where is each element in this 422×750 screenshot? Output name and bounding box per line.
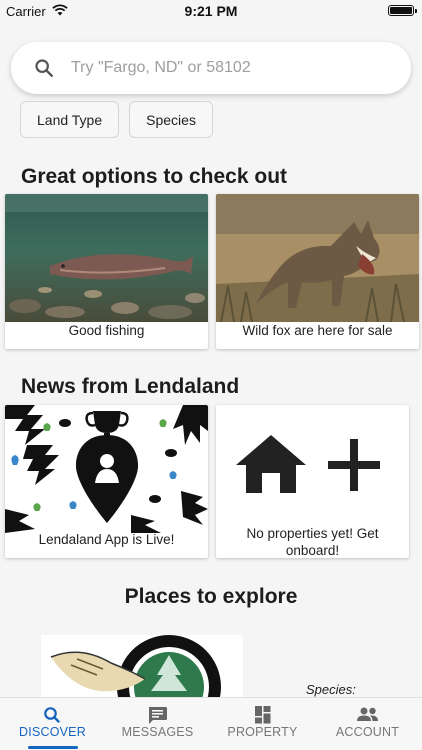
- active-tab-indicator: [28, 746, 78, 749]
- home-icon: [236, 435, 306, 493]
- news-caption: No properties yet! Get onboard!: [246, 526, 379, 558]
- wilderness-logo: [41, 635, 243, 697]
- search-icon: [44, 707, 60, 723]
- fox-image: [216, 194, 419, 322]
- news-caption: Lendaland App is Live!: [38, 532, 175, 547]
- search-bar[interactable]: [11, 42, 411, 94]
- tab-label: MESSAGES: [121, 725, 194, 739]
- fishing-image: [5, 194, 208, 322]
- land-type-filter[interactable]: Land Type: [20, 101, 120, 138]
- lendaland-logo: [5, 405, 208, 533]
- people-icon: [357, 707, 378, 721]
- filter-chips: Land Type Species: [20, 101, 213, 138]
- battery-icon: [388, 5, 417, 16]
- species-label: Species:: [306, 682, 356, 697]
- news-card-onboard[interactable]: No properties yet! Get onboard!: [216, 405, 409, 558]
- explore-section-title: Places to explore: [124, 585, 298, 608]
- clock: 9:21 PM: [184, 3, 238, 19]
- tab-discover[interactable]: DISCOVER: [0, 698, 105, 750]
- place-card[interactable]: [41, 635, 243, 697]
- tab-account[interactable]: ACCOUNT: [315, 698, 420, 750]
- chat-icon: [149, 707, 167, 724]
- tab-messages[interactable]: MESSAGES: [105, 698, 210, 750]
- news-section-title: News from Lendaland: [21, 375, 240, 398]
- tab-label: DISCOVER: [19, 725, 86, 739]
- search-input[interactable]: [71, 54, 391, 82]
- option-card-fox[interactable]: Wild fox are here for sale: [216, 194, 419, 349]
- plus-icon: [328, 439, 380, 491]
- option-card-fishing[interactable]: Good fishing: [5, 194, 208, 349]
- option-caption: Good fishing: [68, 323, 145, 338]
- tab-label: ACCOUNT: [335, 725, 400, 739]
- options-section-title: Great options to check out: [21, 165, 288, 188]
- bottom-tab-bar: DISCOVER MESSAGES PROPERTY ACCOUNT: [0, 697, 422, 750]
- dashboard-icon: [255, 706, 271, 724]
- news-card-app-live[interactable]: Lendaland App is Live!: [5, 405, 208, 558]
- species-filter[interactable]: Species: [129, 101, 213, 138]
- search-icon: [35, 59, 53, 77]
- tab-label: PROPERTY: [227, 725, 298, 739]
- status-bar: Carrier 9:21 PM: [0, 0, 422, 22]
- option-caption: Wild fox are here for sale: [242, 323, 393, 338]
- tab-property[interactable]: PROPERTY: [210, 698, 315, 750]
